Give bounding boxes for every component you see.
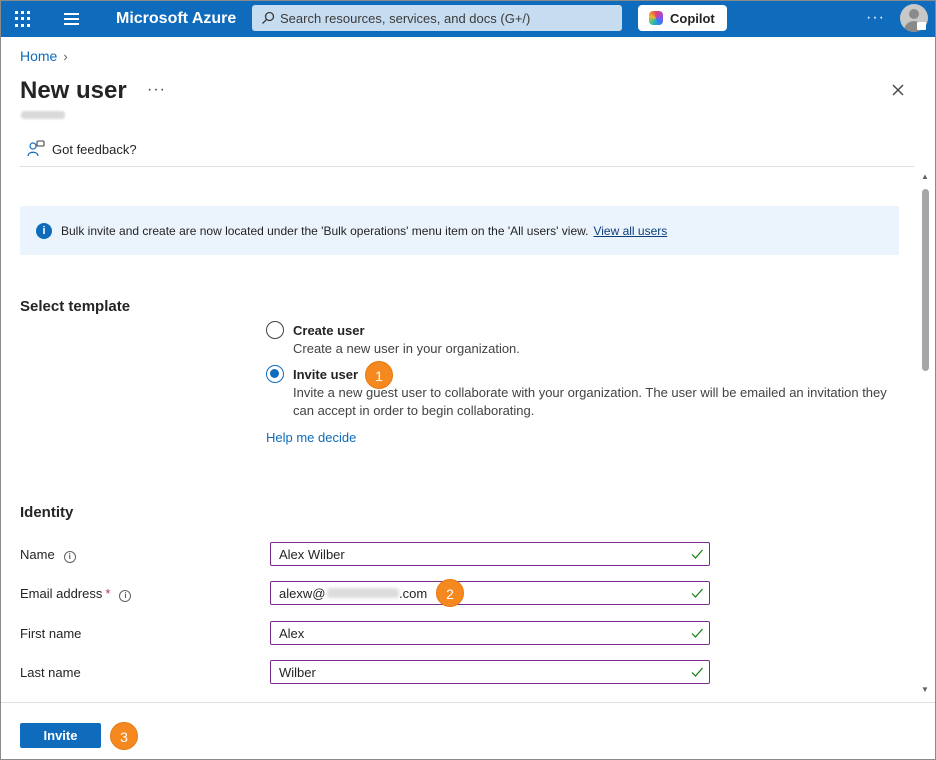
lock-icon: [917, 22, 926, 30]
copilot-button[interactable]: Copilot: [638, 5, 727, 31]
first-name-label: First name: [20, 626, 82, 641]
name-input[interactable]: [279, 546, 679, 562]
email-label: Email address * i: [20, 586, 132, 602]
breadcrumb: Home ›: [20, 48, 68, 64]
azure-portal-window: Microsoft Azure Copilot ··· Home › New us…: [0, 0, 936, 760]
top-bar: Microsoft Azure Copilot ···: [1, 1, 935, 37]
checkmark-icon: [691, 667, 703, 677]
breadcrumb-home-link[interactable]: Home: [20, 48, 57, 64]
help-me-decide-link[interactable]: Help me decide: [266, 430, 356, 445]
invite-button[interactable]: Invite: [20, 723, 101, 748]
checkmark-icon: [691, 549, 703, 559]
feedback-label: Got feedback?: [52, 142, 137, 157]
email-suffix: .com: [399, 586, 428, 601]
first-name-input[interactable]: [279, 625, 679, 641]
callout-badge-1: 1: [365, 361, 393, 389]
info-icon[interactable]: i: [119, 590, 132, 602]
portal-menu-icon[interactable]: [64, 13, 79, 25]
copilot-icon: [649, 11, 663, 25]
more-options-icon[interactable]: ···: [866, 9, 885, 27]
create-user-description: Create a new user in your organization.: [293, 341, 520, 356]
banner-message: Bulk invite and create are now located u…: [61, 224, 589, 238]
page-more-icon[interactable]: ···: [147, 81, 166, 99]
create-user-radio[interactable]: [266, 321, 284, 339]
app-launcher-icon[interactable]: [15, 11, 31, 27]
select-template-heading: Select template: [20, 298, 131, 315]
info-banner: i Bulk invite and create are now located…: [20, 206, 899, 255]
name-label: Name i: [20, 547, 76, 563]
identity-heading: Identity: [20, 504, 74, 521]
first-name-field[interactable]: [270, 621, 710, 645]
invite-user-label[interactable]: Invite user: [293, 367, 358, 382]
last-name-label: Last name: [20, 665, 81, 680]
email-domain-redacted: [327, 588, 399, 598]
checkmark-icon: [691, 628, 703, 638]
info-icon: i: [36, 223, 52, 239]
scroll-down-arrow[interactable]: ▼: [921, 685, 929, 694]
invite-user-radio[interactable]: [266, 365, 284, 383]
scroll-up-arrow[interactable]: ▲: [921, 172, 929, 181]
global-search[interactable]: [252, 5, 622, 31]
footer-bar: Invite 3: [1, 702, 935, 759]
scrollbar-thumb[interactable]: [922, 189, 929, 371]
create-user-label[interactable]: Create user: [293, 323, 365, 338]
search-icon: [262, 11, 275, 24]
callout-badge-3: 3: [110, 722, 138, 750]
view-all-users-link[interactable]: View all users: [593, 224, 667, 238]
last-name-input[interactable]: [279, 664, 679, 680]
info-icon[interactable]: i: [63, 551, 76, 563]
callout-badge-2: 2: [436, 579, 464, 607]
last-name-field[interactable]: [270, 660, 710, 684]
required-mark: *: [105, 586, 111, 601]
search-input[interactable]: [280, 8, 610, 28]
chevron-right-icon: ›: [63, 49, 68, 64]
name-field[interactable]: [270, 542, 710, 566]
feedback-person-icon: [27, 140, 45, 157]
copilot-label: Copilot: [670, 11, 715, 26]
tenant-name-redacted: [21, 111, 65, 119]
email-prefix: alexw@: [279, 586, 326, 601]
invite-user-description: Invite a new guest user to collaborate w…: [293, 385, 887, 418]
divider: [20, 166, 914, 167]
page-title: New user: [20, 77, 127, 104]
checkmark-icon: [691, 588, 703, 598]
email-field[interactable]: alexw@ .com: [270, 581, 710, 605]
brand-title[interactable]: Microsoft Azure: [116, 10, 236, 28]
close-icon[interactable]: [890, 82, 906, 98]
